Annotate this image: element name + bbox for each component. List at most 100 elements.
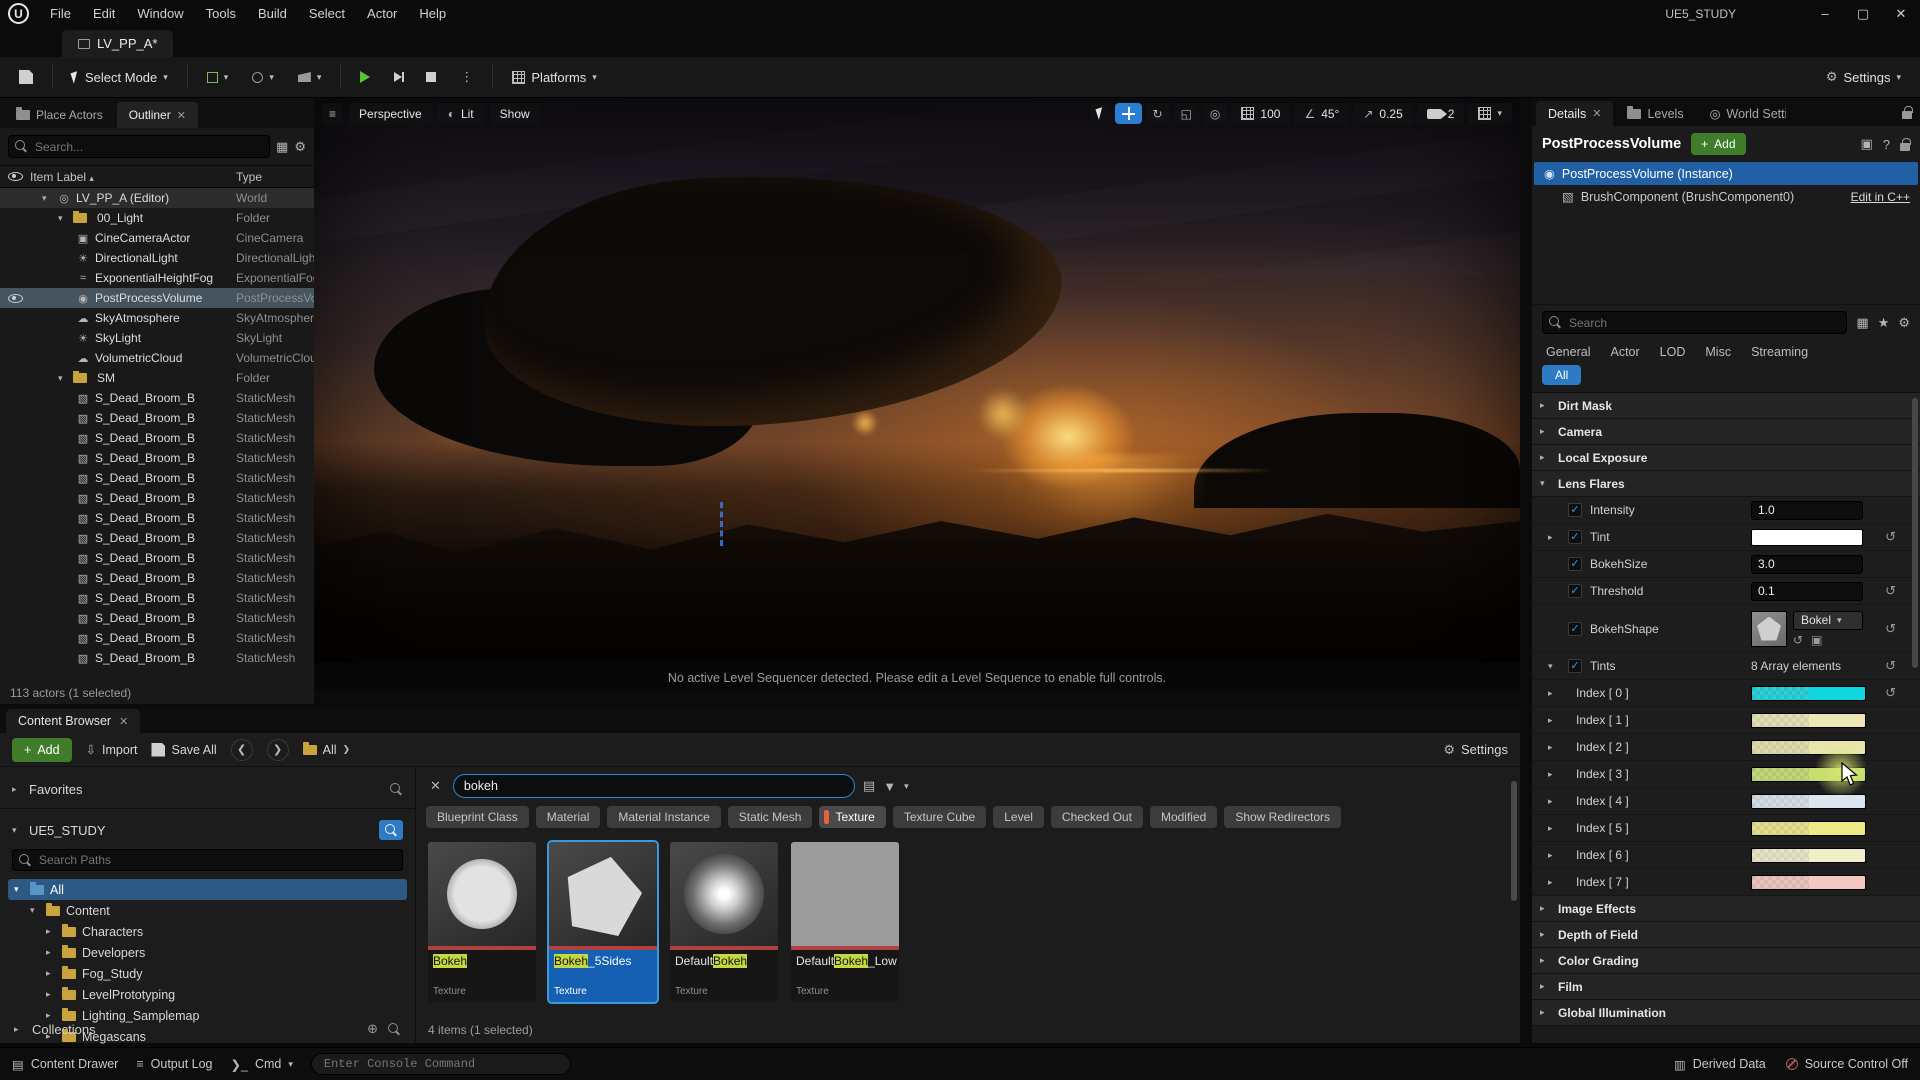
outliner-search-input[interactable] xyxy=(8,135,270,158)
outliner-filter-icon[interactable]: ▦ xyxy=(276,139,288,155)
tree-item-levelprototyping[interactable]: ▸LevelPrototyping xyxy=(8,984,407,1005)
forward-button[interactable]: ❯ xyxy=(267,739,289,761)
collections-section[interactable]: ▸ Collections ⊕ xyxy=(0,1021,415,1037)
select-tool-button[interactable] xyxy=(1090,104,1111,123)
scrollbar[interactable] xyxy=(1912,398,1918,668)
checkbox-checked[interactable]: ✓ xyxy=(1568,659,1582,673)
expander-icon[interactable]: ▾ xyxy=(1548,661,1558,672)
outliner-row-selected[interactable]: ◉PostProcessVolume PostProcessVol xyxy=(0,288,314,308)
outliner-row[interactable]: ▾00_Light Folder xyxy=(0,208,314,228)
tree-item-content[interactable]: ▾ Content xyxy=(8,900,407,921)
section-depth-of-field[interactable]: ▸Depth of Field xyxy=(1532,922,1920,948)
chevron-down-icon[interactable]: ▾ xyxy=(904,781,909,792)
restore-button[interactable]: ▢ xyxy=(1844,0,1882,27)
close-button[interactable]: ✕ xyxy=(1882,0,1920,27)
tree-item-developers[interactable]: ▸Developers xyxy=(8,942,407,963)
filter-level[interactable]: Level xyxy=(993,806,1044,828)
tint-color-swatch[interactable] xyxy=(1751,529,1863,546)
checkbox-checked[interactable]: ✓ xyxy=(1568,530,1582,544)
section-film[interactable]: ▸Film xyxy=(1532,974,1920,1000)
breadcrumb[interactable]: All ❯ xyxy=(303,743,350,757)
cb-settings-button[interactable]: ⚙ Settings xyxy=(1443,742,1508,758)
clear-filters-button[interactable]: ✕ xyxy=(426,776,445,796)
component-row-brush[interactable]: ▧ BrushComponent (BrushComponent0) Edit … xyxy=(1532,185,1920,208)
filter-checked-out[interactable]: Checked Out xyxy=(1051,806,1143,828)
browse-icon[interactable]: ▣ xyxy=(1860,136,1872,152)
tab-world-settings[interactable]: ◎ World Setti xyxy=(1698,101,1786,126)
move-tool-button[interactable] xyxy=(1115,103,1142,124)
reset-to-default-icon[interactable]: ↺ xyxy=(1885,583,1896,599)
play-button[interactable] xyxy=(351,65,379,89)
outliner-row[interactable]: ☁VolumetricCloud VolumetricCloud xyxy=(0,348,314,368)
outliner-row[interactable]: ▧S_Dead_Broom_BStaticMesh xyxy=(0,448,314,468)
section-dirt-mask[interactable]: ▸Dirt Mask xyxy=(1532,393,1920,419)
expander-icon[interactable]: ▸ xyxy=(1548,715,1558,726)
filter-material-instance[interactable]: Material Instance xyxy=(607,806,720,828)
color-swatch[interactable] xyxy=(1751,821,1866,836)
viewport-menu-button[interactable]: ≡ xyxy=(322,103,343,125)
menu-help[interactable]: Help xyxy=(408,0,457,27)
close-icon[interactable]: ✕ xyxy=(177,109,186,122)
add-collection-icon[interactable]: ⊕ xyxy=(367,1021,378,1037)
tree-item-fog-study[interactable]: ▸Fog_Study xyxy=(8,963,407,984)
expander-icon[interactable]: ▸ xyxy=(1548,850,1558,861)
frame-skip-button[interactable] xyxy=(385,66,411,88)
save-all-button[interactable]: Save All xyxy=(151,743,216,757)
section-color-grading[interactable]: ▸Color Grading xyxy=(1532,948,1920,974)
view-mode-dropdown[interactable]: ◐Lit xyxy=(438,103,484,125)
cat-lod[interactable]: LOD xyxy=(1660,345,1686,359)
asset-search-input[interactable] xyxy=(453,774,855,798)
outliner-row[interactable]: ▧S_Dead_Broom_BStaticMesh xyxy=(0,468,314,488)
checkbox-checked[interactable]: ✓ xyxy=(1568,557,1582,571)
browse-to-asset-icon[interactable]: ▣ xyxy=(1811,633,1822,647)
expander-icon[interactable]: ▸ xyxy=(1548,532,1558,543)
show-dropdown[interactable]: Show xyxy=(490,103,540,125)
outliner-row[interactable]: ☀DirectionalLight DirectionalLight xyxy=(0,248,314,268)
close-icon[interactable]: ✕ xyxy=(1592,107,1601,120)
filter-static-mesh[interactable]: Static Mesh xyxy=(728,806,813,828)
column-item-label[interactable]: Item Label ▴ xyxy=(30,170,236,184)
cat-actor[interactable]: Actor xyxy=(1610,345,1639,359)
save-button[interactable] xyxy=(10,64,42,90)
filter-blueprint-class[interactable]: Blueprint Class xyxy=(426,806,529,828)
section-camera[interactable]: ▸Camera xyxy=(1532,419,1920,445)
filter-funnel-icon[interactable]: ▼ xyxy=(883,779,896,794)
cat-general[interactable]: General xyxy=(1546,345,1590,359)
output-log-button[interactable]: ≡ Output Log xyxy=(136,1057,212,1071)
source-control-button[interactable]: Source Control Off xyxy=(1786,1057,1908,1071)
visibility-column-icon[interactable] xyxy=(8,172,23,181)
rotation-snap-control[interactable]: ∠45° xyxy=(1294,103,1349,125)
section-local-exposure[interactable]: ▸Local Exposure xyxy=(1532,445,1920,471)
scrollbar[interactable] xyxy=(1511,781,1517,901)
rotate-tool-button[interactable]: ↻ xyxy=(1146,103,1170,125)
content-drawer-button[interactable]: ▤ Content Drawer xyxy=(12,1057,118,1072)
menu-window[interactable]: Window xyxy=(126,0,194,27)
asset-tile-bokeh[interactable]: Bokeh Texture xyxy=(428,842,536,1002)
component-row-instance[interactable]: ◉ PostProcessVolume (Instance) xyxy=(1534,162,1918,185)
blueprints-dropdown[interactable]: ▾ xyxy=(243,66,283,89)
filter-texture[interactable]: Texture xyxy=(819,806,885,828)
console-command-input[interactable] xyxy=(311,1053,571,1075)
outliner-row[interactable]: ▧S_Dead_Broom_BStaticMesh xyxy=(0,388,314,408)
filter-texture-cube[interactable]: Texture Cube xyxy=(893,806,986,828)
search-paths-input[interactable] xyxy=(12,849,403,871)
outliner-row[interactable]: ▾SM Folder xyxy=(0,368,314,388)
use-selected-icon[interactable]: ↺ xyxy=(1793,633,1803,647)
path-search-toggle[interactable] xyxy=(379,820,403,840)
search-icon[interactable] xyxy=(388,1023,401,1036)
menu-build[interactable]: Build xyxy=(247,0,298,27)
asset-tile-defaultbokeh-low[interactable]: DefaultBokeh_Low Texture xyxy=(791,842,899,1002)
outliner-row[interactable]: ▧S_Dead_Broom_BStaticMesh xyxy=(0,408,314,428)
tab-details[interactable]: Details ✕ xyxy=(1536,101,1613,126)
color-swatch[interactable] xyxy=(1751,875,1866,890)
viewport-3d[interactable]: ≡ Perspective ◐Lit Show ↻ ◱ ◎ 100 ∠45° ↗… xyxy=(314,98,1520,692)
filter-show-redirectors[interactable]: Show Redirectors xyxy=(1224,806,1341,828)
scale-snap-control[interactable]: ↗0.25 xyxy=(1353,103,1412,125)
settings-dropdown[interactable]: ⚙ Settings ▾ xyxy=(1817,63,1910,91)
menu-file[interactable]: File xyxy=(39,0,82,27)
grid-snap-control[interactable]: 100 xyxy=(1231,103,1290,125)
import-button[interactable]: ⇩Import xyxy=(86,742,138,757)
asset-tile-defaultbokeh[interactable]: DefaultBokeh Texture xyxy=(670,842,778,1002)
color-swatch[interactable] xyxy=(1751,686,1866,701)
outliner-row[interactable]: ▣CineCameraActor CineCamera xyxy=(0,228,314,248)
